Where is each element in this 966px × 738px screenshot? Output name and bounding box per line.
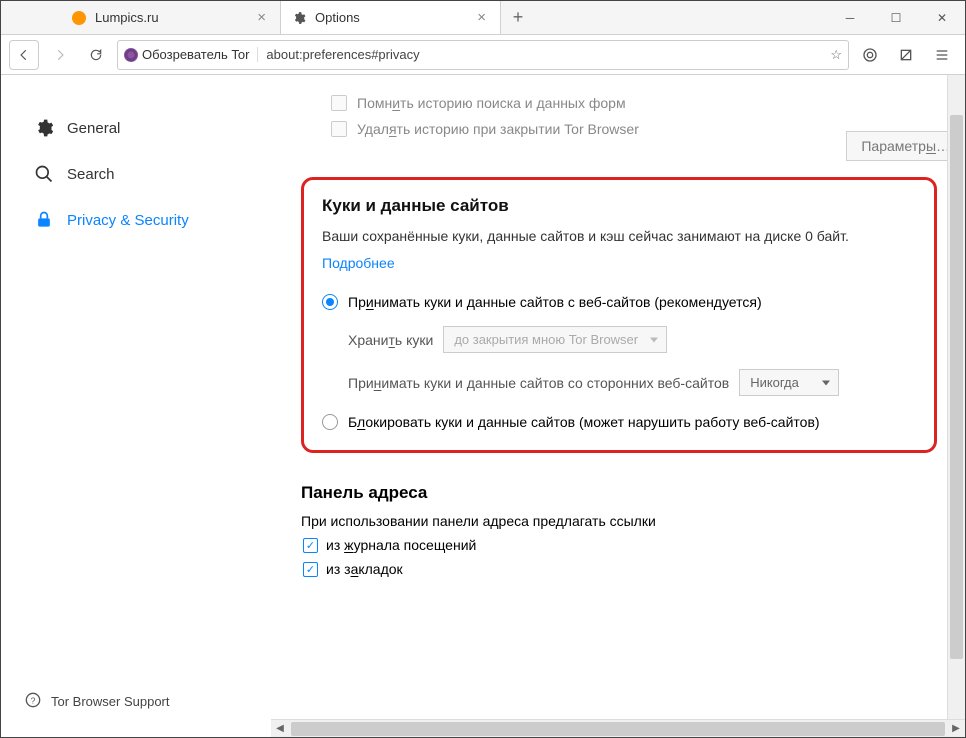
reload-button[interactable] <box>81 40 111 70</box>
radio-label: Принимать куки и данные сайтов с веб-сай… <box>348 294 762 310</box>
navigation-bar: Обозреватель Tor about:preferences#priva… <box>1 35 965 75</box>
scroll-left-icon[interactable]: ◀ <box>271 720 289 738</box>
identity-label: Обозреватель Tor <box>142 47 249 62</box>
gear-icon <box>33 117 55 139</box>
close-tab-icon[interactable]: × <box>473 9 490 26</box>
sidebar-item-general[interactable]: General <box>25 105 271 151</box>
preferences-main: Помнить историю поиска и данных форм Уда… <box>271 75 965 737</box>
learn-more-link[interactable]: Подробнее <box>322 253 395 274</box>
support-link[interactable]: ? Tor Browser Support <box>25 692 170 711</box>
keep-label: Хранить куки <box>348 332 433 348</box>
checkbox[interactable]: ✓ <box>303 538 318 553</box>
help-icon: ? <box>25 692 41 711</box>
bookmark-star-icon[interactable]: ☆ <box>830 47 842 63</box>
tab-title: Options <box>315 10 360 25</box>
sidebar-item-search[interactable]: Search <box>25 151 271 197</box>
third-party-row: Принимать куки и данные сайтов со сторон… <box>322 369 916 396</box>
sidebar-label: General <box>67 120 120 137</box>
gear-icon <box>291 10 307 26</box>
checkbox-label: Помнить историю поиска и данных форм <box>357 95 626 111</box>
third-party-dropdown[interactable]: Никогда <box>739 369 839 396</box>
third-party-label: Принимать куки и данные сайтов со сторон… <box>348 375 729 391</box>
close-tab-icon[interactable]: × <box>253 9 270 26</box>
preferences-sidebar: General Search Privacy & Security <box>1 75 271 737</box>
sidebar-label: Search <box>67 166 115 183</box>
suggest-bookmarks-row: ✓ из закладок <box>301 561 937 577</box>
sidebar-label: Privacy & Security <box>67 212 189 229</box>
section-title: Куки и данные сайтов <box>322 196 916 216</box>
keep-cookies-row: Хранить куки до закрытия мною Tor Browse… <box>322 326 916 353</box>
lumpics-favicon <box>71 10 87 26</box>
suggest-history-row: ✓ из журнала посещений <box>301 537 937 553</box>
back-button[interactable] <box>9 40 39 70</box>
remember-history-row: Помнить историю поиска и данных форм <box>301 95 937 111</box>
accept-cookies-radio-row: Принимать куки и данные сайтов с веб-сай… <box>322 294 916 310</box>
scroll-right-icon[interactable]: ▶ <box>947 720 965 738</box>
radio-button[interactable] <box>322 414 338 430</box>
noscript-icon[interactable] <box>891 40 921 70</box>
checkbox-label: из журнала посещений <box>326 537 476 553</box>
svg-text:?: ? <box>31 695 36 705</box>
section-desc: При использовании панели адреса предлага… <box>301 513 937 529</box>
checkbox-label: Удалять историю при закрытии Tor Browser <box>357 121 639 137</box>
onion-icon <box>124 48 138 62</box>
tab-title: Lumpics.ru <box>95 10 159 25</box>
section-title: Панель адреса <box>301 483 937 503</box>
new-tab-button[interactable]: + <box>501 1 535 34</box>
keep-cookies-dropdown[interactable]: до закрытия мною Tor Browser <box>443 326 667 353</box>
window-controls: ─ ☐ ✕ <box>827 1 965 35</box>
site-identity[interactable]: Обозреватель Tor <box>124 47 258 62</box>
radio-button[interactable] <box>322 294 338 310</box>
close-window-button[interactable]: ✕ <box>919 1 965 35</box>
preferences-content: General Search Privacy & Security ? Tor … <box>1 75 965 737</box>
checkbox[interactable] <box>331 121 347 137</box>
forward-button[interactable] <box>45 40 75 70</box>
tab-options[interactable]: Options × <box>281 1 501 34</box>
url-text: about:preferences#privacy <box>266 47 830 62</box>
sidebar-item-privacy[interactable]: Privacy & Security <box>25 197 271 243</box>
block-cookies-radio-row: Блокировать куки и данные сайтов (может … <box>322 414 916 430</box>
tab-strip: Lumpics.ru × Options × + ─ ☐ ✕ <box>1 1 965 35</box>
horizontal-scrollbar[interactable]: ◀ ▶ <box>271 719 965 737</box>
checkbox[interactable] <box>331 95 347 111</box>
cookies-section: Куки и данные сайтов Ваши сохранённые ку… <box>301 177 937 453</box>
tab-lumpics[interactable]: Lumpics.ru × <box>61 1 281 34</box>
url-bar[interactable]: Обозреватель Tor about:preferences#priva… <box>117 40 849 70</box>
section-desc: Ваши сохранённые куки, данные сайтов и к… <box>322 226 916 274</box>
lock-icon <box>33 209 55 231</box>
search-icon <box>33 163 55 185</box>
checkbox[interactable]: ✓ <box>303 562 318 577</box>
radio-label: Блокировать куки и данные сайтов (может … <box>348 414 820 430</box>
scrollbar-thumb[interactable] <box>291 722 945 736</box>
menu-button[interactable] <box>927 40 957 70</box>
checkbox-label: из закладок <box>326 561 403 577</box>
vertical-scrollbar[interactable] <box>947 75 965 719</box>
security-level-icon[interactable] <box>855 40 885 70</box>
support-label: Tor Browser Support <box>51 694 170 709</box>
addressbar-section: Панель адреса При использовании панели а… <box>301 483 937 577</box>
scrollbar-thumb[interactable] <box>950 115 963 659</box>
maximize-button[interactable]: ☐ <box>873 1 919 35</box>
clear-on-close-row: Удалять историю при закрытии Tor Browser <box>301 121 937 137</box>
minimize-button[interactable]: ─ <box>827 1 873 35</box>
